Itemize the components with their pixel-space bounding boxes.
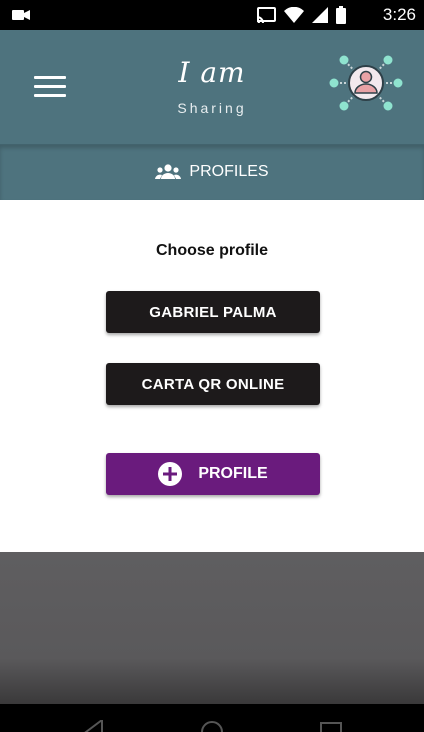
group-icon [155,164,182,179]
plus-circle-icon [158,462,183,486]
tab-label: PROFILES [189,163,269,180]
page-title: Choose profile [155,242,268,259]
add-profile-label: PROFILE [198,465,268,482]
system-nav-bar [0,704,424,732]
status-time: 3:26 [382,5,416,24]
video-camera-icon [12,10,30,20]
wifi-icon [284,7,304,23]
signal-icon [312,7,328,23]
app-header: I am Sharing [0,30,424,144]
battery-icon [336,6,346,24]
status-bar: 3:26 [0,0,424,30]
profile-button-carta-qr-online[interactable]: CARTA QR ONLINE [106,363,320,405]
back-icon[interactable] [84,720,104,732]
profile-network-icon[interactable] [326,52,406,114]
profile-chooser: Choose profile GABRIEL PALMA CARTA QR ON… [0,200,424,552]
cast-icon [256,7,276,23]
tab-profiles[interactable]: PROFILES [0,144,424,200]
home-icon[interactable] [200,720,224,732]
add-profile-button[interactable]: PROFILE [106,453,320,495]
profile-button-gabriel-palma[interactable]: GABRIEL PALMA [106,291,320,333]
recents-icon[interactable] [320,722,342,732]
background-scrim [0,552,424,704]
